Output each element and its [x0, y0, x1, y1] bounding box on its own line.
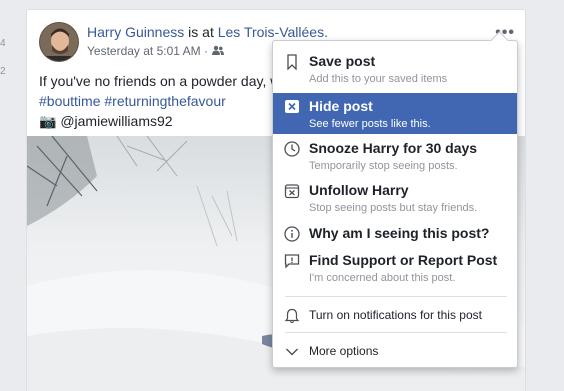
menu-item-title: Why am I seeing this post? [309, 225, 490, 241]
menu-item-title: Unfollow Harry [309, 182, 409, 198]
post-options-menu: Save post Add this to your saved items H… [272, 40, 518, 368]
avatar[interactable] [39, 22, 79, 62]
bookmark-icon [284, 54, 300, 71]
menu-item-title: Turn on notifications for this post [309, 308, 482, 322]
menu-item-title: More options [309, 344, 379, 358]
unfollow-icon [284, 183, 300, 199]
menu-item-notifications[interactable]: Turn on notifications for this post [273, 307, 517, 324]
menu-item-hide-post[interactable]: Hide post See fewer posts like this. [273, 93, 517, 134]
menu-item-snooze[interactable]: Snooze Harry for 30 days Temporarily sto… [273, 140, 517, 173]
clock-icon [284, 141, 300, 157]
report-icon [284, 253, 300, 269]
menu-item-title: Snooze Harry for 30 days [309, 140, 478, 156]
credit-handle: @jamiewilliams92 [60, 113, 173, 129]
hide-x-icon [284, 99, 300, 115]
menu-item-report[interactable]: Find Support or Report Post I'm concerne… [273, 252, 517, 285]
checkin-verb: is at [188, 24, 214, 40]
post-header: Harry Guinness is at Les Trois-Vallées. [87, 24, 328, 40]
bell-icon [284, 308, 300, 324]
menu-item-title: Hide post [309, 98, 373, 114]
menu-item-why-seeing[interactable]: Why am I seeing this post? [273, 225, 517, 242]
menu-item-subtitle: I'm concerned about this post. [309, 272, 456, 284]
menu-item-subtitle: See fewer posts like this. [309, 118, 431, 130]
author-link[interactable]: Harry Guinness [87, 24, 184, 40]
info-icon [284, 226, 300, 242]
place-link[interactable]: Les Trois-Vallées. [218, 24, 328, 40]
menu-divider [285, 332, 507, 333]
menu-item-more-options[interactable]: More options [273, 343, 517, 360]
menu-divider [285, 296, 507, 297]
side-count-1: 4 [0, 38, 6, 49]
menu-item-unfollow[interactable]: Unfollow Harry Stop seeing posts but sta… [273, 182, 517, 215]
menu-item-title: Find Support or Report Post [309, 252, 498, 268]
timestamp[interactable]: Yesterday at 5:01 AM · [87, 44, 208, 58]
menu-item-subtitle: Add this to your saved items [309, 73, 448, 85]
chevron-down-icon [284, 344, 300, 360]
post-meta: Yesterday at 5:01 AM · [87, 44, 224, 58]
side-count-2: 2 [0, 66, 6, 77]
menu-item-save-post[interactable]: Save post Add this to your saved items [273, 53, 517, 86]
friends-audience-icon[interactable] [211, 44, 224, 58]
menu-item-subtitle: Temporarily stop seeing posts. [309, 160, 458, 172]
menu-item-title: Save post [309, 53, 376, 69]
camera-icon: 📷 [39, 113, 57, 129]
menu-item-subtitle: Stop seeing posts but stay friends. [309, 202, 478, 214]
